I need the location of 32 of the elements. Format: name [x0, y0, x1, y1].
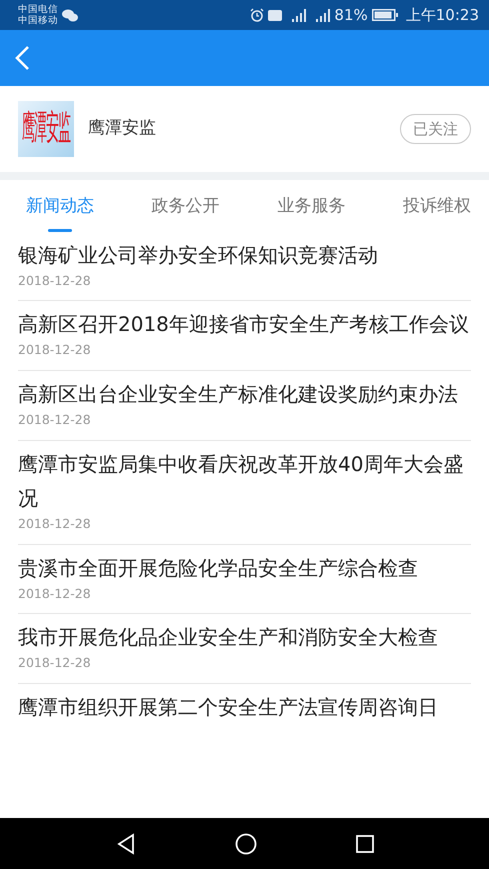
tab[interactable]: 业务服务 [277, 180, 346, 232]
follow-button[interactable]: 已关注 [400, 114, 471, 144]
recents-nav-icon[interactable] [354, 834, 374, 854]
news-title[interactable]: 高新区召开2018年迎接省市安全生产考核工作会议 [18, 307, 471, 342]
battery-icon [372, 9, 398, 21]
account-logo: 鹰潭安监 [18, 101, 74, 157]
clock-time: 上午10:23 [406, 4, 479, 26]
news-title[interactable]: 我市开展危化品企业安全生产和消防安全大检查 [18, 620, 471, 654]
chat-app-icon [62, 8, 78, 22]
news-title[interactable]: 高新区出台企业安全生产标准化建设奖励约束办法 [18, 377, 471, 411]
news-date: 2018-12-28 [18, 654, 92, 672]
news-date: 2018-12-28 [18, 341, 92, 360]
tab[interactable]: 政务公开 [152, 180, 220, 232]
back-icon [14, 45, 30, 71]
news-date: 2018-12-28 [18, 411, 92, 429]
news-date: 2018-12-28 [18, 584, 92, 602]
news-date: 2018-12-28 [18, 514, 92, 533]
battery-percent: 81% [334, 4, 368, 26]
tab[interactable]: 新闻动态 [26, 180, 94, 232]
news-title[interactable]: 鹰潭市组织开展第二个安全生产法宣传周咨询日 [18, 690, 471, 724]
news-title[interactable]: 银海矿业公司举办安全环保知识竞赛活动 [18, 238, 471, 272]
tab[interactable]: 投诉维权 [402, 180, 471, 232]
hd-icon [268, 10, 282, 20]
news-title[interactable]: 鹰潭市安监局集中收看庆祝改革开放40周年大会盛况 [18, 446, 471, 515]
carrier-name: 中国电信 [18, 4, 58, 15]
carrier-name: 中国移动 [18, 15, 58, 26]
alarm-icon [250, 8, 264, 22]
news-title[interactable]: 贵溪市全面开展危险化学品安全生产综合检查 [18, 550, 471, 584]
news-date: 2018-12-28 [18, 272, 92, 290]
back-nav-icon[interactable] [114, 832, 136, 854]
account-name: 鹰潭安监 [88, 117, 156, 140]
home-nav-icon[interactable] [234, 832, 256, 854]
